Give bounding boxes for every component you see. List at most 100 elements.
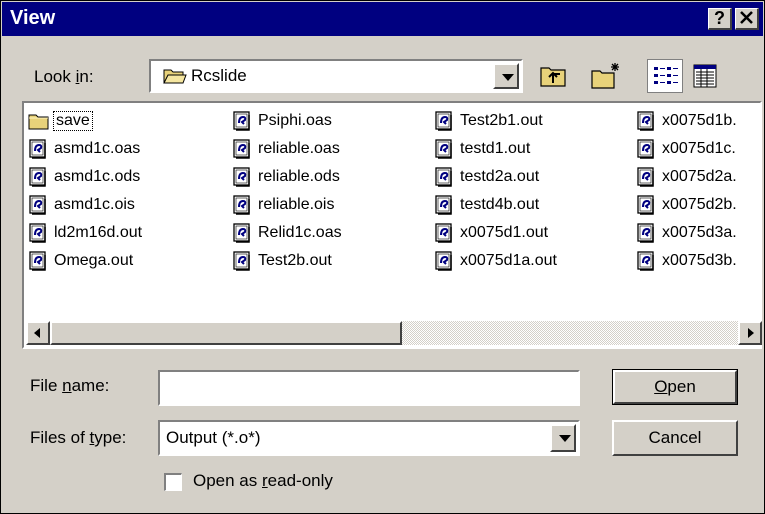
list-view-button[interactable]: [647, 59, 683, 93]
up-folder-icon: [540, 67, 566, 87]
scrollbar-track[interactable]: [402, 321, 738, 345]
file-item[interactable]: x0075d3a.: [636, 221, 737, 245]
help-button[interactable]: ?: [708, 8, 732, 30]
read-only-label-post: ead-only: [267, 471, 333, 490]
file-item-label: reliable.ods: [258, 168, 340, 185]
read-only-label-pre: Open as: [193, 471, 262, 490]
file-item-label: Psiphi.oas: [258, 112, 332, 129]
document-icon: [233, 139, 250, 159]
file-item-label: x0075d1.out: [460, 224, 549, 241]
chevron-down-icon: [502, 74, 514, 81]
cancel-button[interactable]: Cancel: [612, 420, 738, 456]
file-item-label: testd2a.out: [460, 168, 540, 185]
file-item[interactable]: Psiphi.oas: [232, 109, 332, 133]
look-in-combobox[interactable]: Rcslide: [149, 59, 523, 93]
look-in-label: Look in:: [34, 67, 94, 87]
document-icon: [637, 195, 654, 215]
document-icon: [29, 223, 46, 243]
file-type-label-post: ype:: [94, 428, 127, 447]
file-item[interactable]: testd1.out: [434, 137, 530, 161]
document-icon: [29, 195, 46, 215]
file-item-label: asmd1c.ods: [54, 168, 141, 185]
document-icon: [233, 223, 250, 243]
scroll-left-button[interactable]: [26, 321, 50, 345]
close-icon: [739, 11, 753, 24]
document-icon: [233, 111, 250, 131]
file-item-label: asmd1c.ois: [54, 196, 135, 213]
scroll-right-button[interactable]: [738, 321, 762, 345]
file-item[interactable]: x0075d1.out: [434, 221, 548, 245]
file-item[interactable]: x0075d3b.: [636, 249, 737, 273]
file-item-label: testd4b.out: [460, 196, 540, 213]
file-item[interactable]: ld2m16d.out: [28, 221, 142, 245]
file-item[interactable]: x0075d1c.: [636, 137, 736, 161]
folder-icon: [28, 114, 49, 130]
up-one-level-button[interactable]: [535, 59, 571, 93]
document-icon: [637, 111, 654, 131]
document-icon: [29, 139, 46, 159]
file-item[interactable]: x0075d2b.: [636, 193, 737, 217]
read-only-label[interactable]: Open as read-only: [193, 471, 333, 491]
file-item[interactable]: testd2a.out: [434, 165, 539, 189]
open-file-dialog: View ? Look in: Rcslide save asmd1c.oas …: [0, 0, 765, 514]
horizontal-scrollbar[interactable]: [26, 321, 762, 345]
file-name-label-post: ame:: [71, 376, 110, 395]
file-type-value: Output (*.o*): [166, 428, 261, 447]
scrollbar-thumb[interactable]: [50, 321, 402, 345]
new-folder-icon: [591, 63, 619, 89]
document-icon: [435, 251, 452, 271]
create-new-folder-button[interactable]: [587, 59, 623, 93]
file-item-label: reliable.ois: [258, 196, 335, 213]
details-view-button[interactable]: [687, 59, 723, 93]
file-item[interactable]: x0075d2a.: [636, 165, 737, 189]
file-type-label: Files of type:: [30, 428, 126, 448]
file-item[interactable]: reliable.ods: [232, 165, 340, 189]
file-name-input[interactable]: [158, 370, 580, 406]
file-item-label: x0075d2a.: [662, 168, 737, 185]
file-item[interactable]: reliable.ois: [232, 193, 334, 217]
file-item-label: x0075d3b.: [662, 252, 737, 269]
file-item-label: Test2b1.out: [460, 112, 543, 129]
read-only-checkbox[interactable]: [164, 473, 182, 491]
file-item[interactable]: Test2b1.out: [434, 109, 543, 133]
title-bar[interactable]: View ?: [2, 2, 763, 36]
document-icon: [637, 223, 654, 243]
document-icon: [435, 223, 452, 243]
document-icon: [435, 195, 452, 215]
file-type-dropdown-button[interactable]: [550, 424, 576, 452]
details-view-icon: [693, 64, 717, 88]
document-icon: [435, 111, 452, 131]
file-type-select[interactable]: Output (*.o*): [158, 420, 580, 456]
file-item-label: save: [53, 111, 93, 131]
open-button-face: Open: [613, 370, 737, 404]
list-view-icon: [654, 67, 678, 84]
file-item[interactable]: save: [28, 109, 93, 133]
document-icon: [29, 251, 46, 271]
open-button[interactable]: Open: [612, 369, 738, 405]
document-icon: [435, 139, 452, 159]
file-item-label: x0075d1c.: [662, 140, 736, 157]
file-item-label: x0075d1a.out: [460, 252, 557, 269]
file-item[interactable]: asmd1c.ois: [28, 193, 135, 217]
document-icon: [435, 167, 452, 187]
file-list[interactable]: save asmd1c.oas asmd1c.ods asmd1c.ois ld2m16…: [22, 101, 762, 349]
file-name-label-pre: File: [30, 376, 63, 395]
document-icon: [233, 167, 250, 187]
file-item[interactable]: reliable.oas: [232, 137, 340, 161]
open-button-accel: O: [654, 377, 668, 396]
file-item-label: asmd1c.oas: [54, 140, 141, 157]
file-item[interactable]: asmd1c.ods: [28, 165, 140, 189]
document-icon: [29, 167, 46, 187]
file-item[interactable]: x0075d1b.: [636, 109, 737, 133]
file-item[interactable]: asmd1c.oas: [28, 137, 140, 161]
file-name-label: File name:: [30, 376, 109, 396]
file-item[interactable]: Relid1c.oas: [232, 221, 342, 245]
look-in-dropdown-button[interactable]: [493, 63, 519, 89]
file-item[interactable]: Omega.out: [28, 249, 133, 273]
file-item[interactable]: testd4b.out: [434, 193, 539, 217]
file-item[interactable]: x0075d1a.out: [434, 249, 557, 273]
look-in-label-text-post: n:: [79, 67, 94, 86]
document-icon: [233, 251, 250, 271]
close-button[interactable]: [735, 8, 759, 30]
file-item[interactable]: Test2b.out: [232, 249, 332, 273]
